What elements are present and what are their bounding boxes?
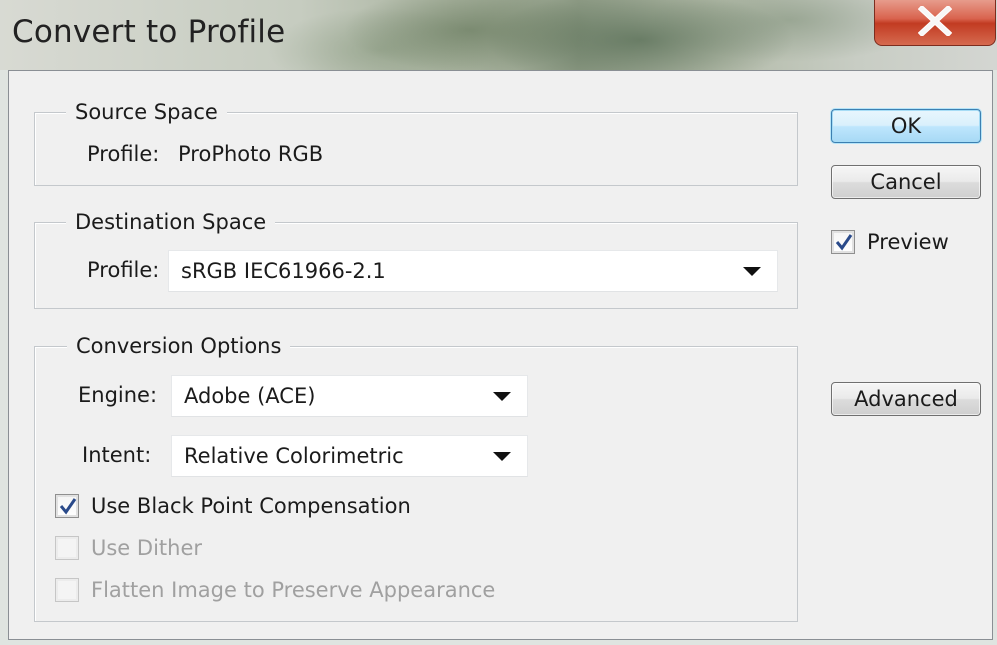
destination-profile-value: sRGB IEC61966-2.1 — [181, 259, 386, 283]
conversion-options-group: Conversion Options Engine: Adobe (ACE) I… — [34, 332, 798, 622]
engine-label: Engine: — [78, 383, 158, 407]
chevron-down-icon — [493, 392, 511, 401]
dither-checkbox[interactable] — [55, 536, 79, 560]
source-space-group: Source Space Profile: ProPhoto RGB — [34, 98, 798, 186]
source-space-legend: Source Space — [66, 98, 227, 126]
chevron-down-icon — [493, 452, 511, 461]
cancel-button[interactable]: Cancel — [831, 165, 981, 199]
ok-button[interactable]: OK — [831, 109, 981, 143]
black-point-checkbox[interactable] — [55, 494, 79, 518]
intent-label: Intent: — [82, 443, 152, 467]
source-profile-value: ProPhoto RGB — [178, 142, 324, 166]
intent-dropdown[interactable]: Relative Colorimetric — [171, 435, 528, 477]
destination-profile-dropdown[interactable]: sRGB IEC61966-2.1 — [168, 250, 778, 292]
conversion-options-legend: Conversion Options — [67, 332, 291, 360]
source-profile-label: Profile: — [87, 142, 160, 166]
close-icon — [918, 6, 952, 36]
black-point-label[interactable]: Use Black Point Compensation — [91, 492, 411, 520]
preview-checkbox[interactable] — [831, 230, 855, 254]
destination-space-legend: Destination Space — [66, 208, 276, 236]
dither-label[interactable]: Use Dither — [91, 534, 202, 562]
advanced-button[interactable]: Advanced — [831, 382, 981, 416]
engine-value: Adobe (ACE) — [184, 384, 316, 408]
destination-space-group: Destination Space Profile: sRGB IEC61966… — [34, 208, 798, 309]
preview-label[interactable]: Preview — [867, 228, 949, 256]
dialog-title: Convert to Profile — [12, 14, 286, 50]
flatten-checkbox[interactable] — [55, 578, 79, 602]
close-button[interactable] — [874, 0, 996, 46]
engine-dropdown[interactable]: Adobe (ACE) — [171, 375, 528, 417]
title-bar: Convert to Profile — [0, 0, 997, 70]
flatten-label[interactable]: Flatten Image to Preserve Appearance — [91, 576, 495, 604]
destination-profile-label: Profile: — [87, 258, 160, 282]
chevron-down-icon — [743, 267, 761, 276]
intent-value: Relative Colorimetric — [184, 444, 404, 468]
dialog-body: Source Space Profile: ProPhoto RGB Desti… — [8, 70, 993, 640]
